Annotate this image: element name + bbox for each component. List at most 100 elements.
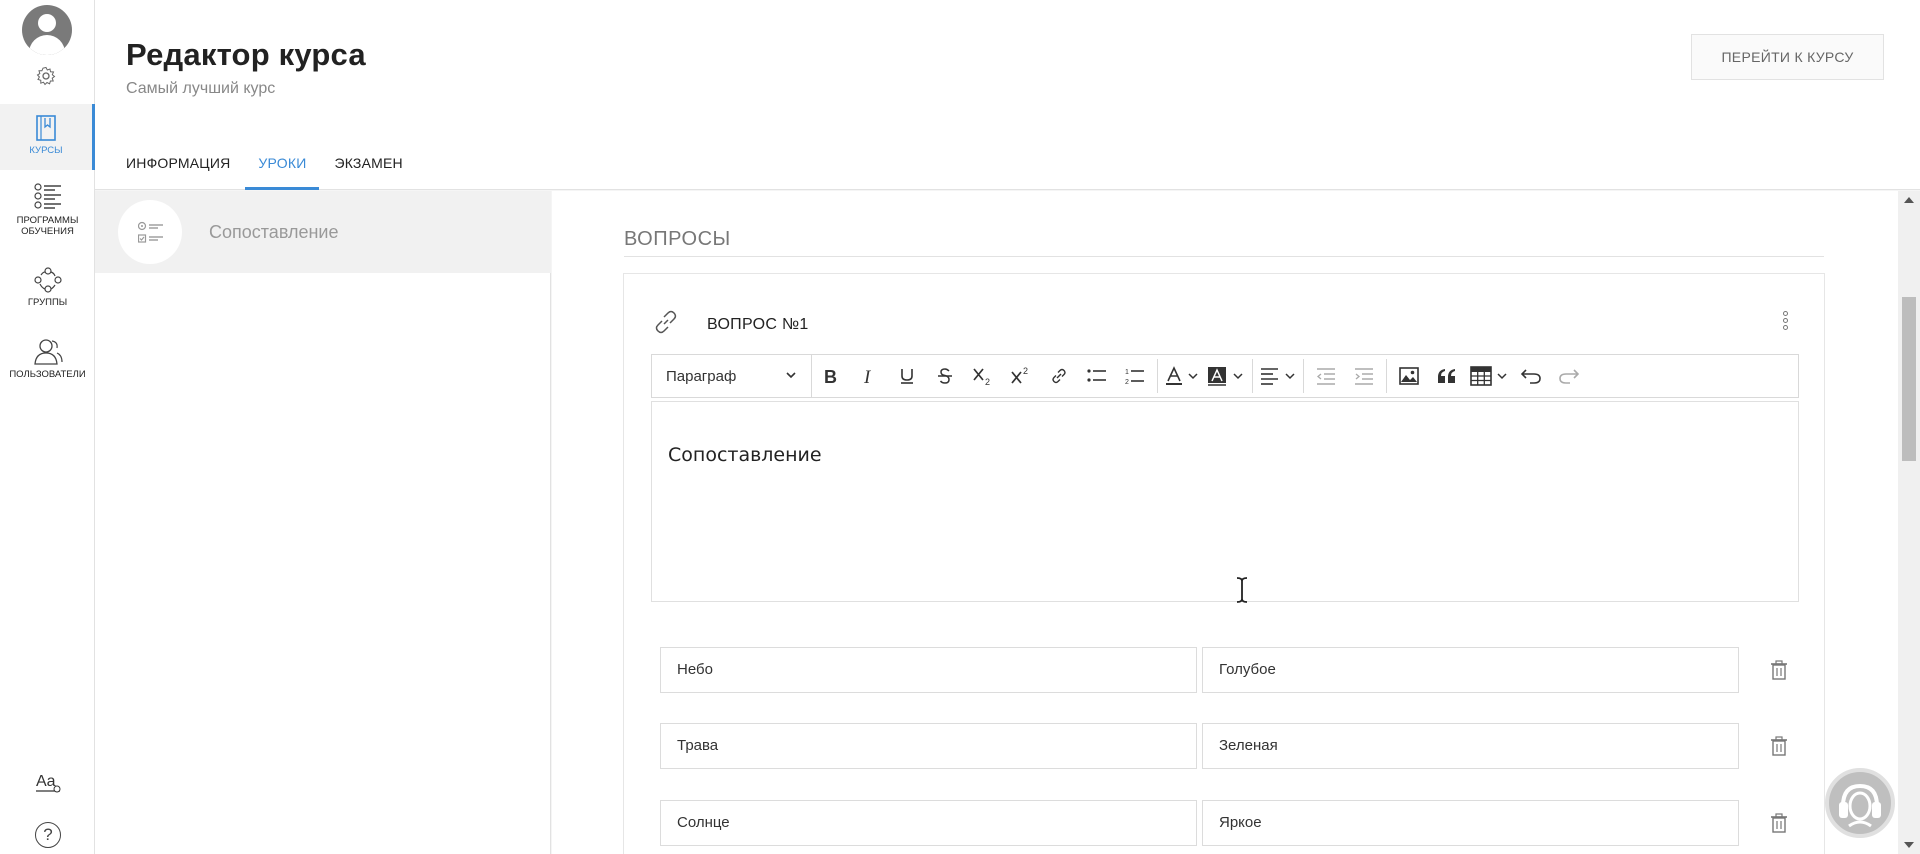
pair-right-input[interactable]: Яркое: [1202, 800, 1739, 846]
nav-item-users-label: ПОЛЬЗОВАТЕЛИ: [9, 369, 86, 380]
question-title: ВОПРОС №1: [707, 316, 809, 333]
questions-content: ВОПРОСЫ ВОПРОС №1 Параграф B I 2 2 12 Со…: [552, 191, 1898, 854]
gear-icon[interactable]: [36, 66, 56, 86]
font-size-icon[interactable]: Aa: [35, 768, 61, 794]
tab-lessons[interactable]: УРОКИ: [245, 150, 320, 190]
scroll-up-arrow[interactable]: [1904, 197, 1914, 203]
vertical-scrollbar[interactable]: [1898, 191, 1920, 854]
matching-pair-row: Небо Голубое: [660, 647, 1787, 693]
pair-left-input[interactable]: Солнце: [660, 800, 1197, 846]
dot: [1782, 325, 1788, 330]
subscript-button[interactable]: 2: [964, 354, 1002, 398]
editor-content: Сопоставление: [668, 444, 822, 466]
toolbar-separator: [1157, 359, 1158, 393]
user-avatar[interactable]: [22, 5, 72, 55]
groups-icon: [33, 267, 62, 293]
redo-icon: [1559, 369, 1579, 384]
indent-icon: [1355, 368, 1373, 385]
font-color-button[interactable]: [1161, 354, 1203, 398]
superscript-button[interactable]: 2: [1002, 354, 1040, 398]
section-title: ВОПРОСЫ: [624, 228, 731, 250]
rich-text-toolbar: Параграф B I 2 2 12: [651, 354, 1799, 398]
tab-information[interactable]: ИНФОРМАЦИЯ: [126, 150, 230, 190]
editor-tabs: ИНФОРМАЦИЯ УРОКИ ЭКЗАМЕН: [126, 150, 431, 190]
page-header: Редактор курса Самый лучший курс ПЕРЕЙТИ…: [95, 0, 1920, 190]
blockquote-button[interactable]: [1428, 354, 1466, 398]
nav-item-courses[interactable]: КУРСЫ: [0, 104, 95, 170]
pair-right-input[interactable]: Голубое: [1202, 647, 1739, 693]
pair-left-input[interactable]: Небо: [660, 647, 1197, 693]
matching-pair-row: Солнце Яркое: [660, 800, 1787, 846]
undo-icon: [1521, 369, 1541, 384]
nav-item-programs[interactable]: ПРОГРАММЫ ОБУЧЕНИЯ: [0, 182, 95, 242]
subscript-icon: 2: [973, 368, 990, 386]
strikethrough-icon: [938, 368, 952, 384]
redo-button[interactable]: [1550, 354, 1588, 398]
paragraph-format-value: Параграф: [666, 367, 737, 385]
italic-icon: I: [863, 367, 872, 385]
help-icon[interactable]: ?: [35, 822, 61, 848]
bold-button[interactable]: B: [812, 354, 850, 398]
outdent-button[interactable]: [1307, 354, 1345, 398]
nav-item-users[interactable]: ПОЛЬЗОВАТЕЛИ: [0, 338, 95, 388]
course-book-icon: [36, 115, 56, 141]
dot: [1782, 311, 1788, 316]
toolbar-separator: [1303, 359, 1304, 393]
lesson-item[interactable]: Сопоставление: [95, 191, 551, 273]
lessons-panel: Сопоставление: [95, 191, 551, 854]
nav-item-groups[interactable]: ГРУППЫ: [0, 266, 95, 316]
bulleted-list-button[interactable]: [1078, 354, 1116, 398]
indent-button[interactable]: [1345, 354, 1383, 398]
background-color-icon: [1208, 367, 1243, 386]
link-icon: [1052, 368, 1066, 384]
svg-text:2: 2: [1023, 366, 1028, 376]
nav-item-groups-label: ГРУППЫ: [27, 297, 68, 308]
outdent-icon: [1316, 368, 1335, 385]
align-button[interactable]: [1256, 354, 1300, 398]
lesson-icon-circle: [118, 200, 182, 264]
image-icon: [1399, 367, 1419, 385]
scrollbar-thumb[interactable]: [1902, 297, 1916, 461]
trash-icon[interactable]: [1771, 813, 1787, 833]
insert-table-button[interactable]: [1466, 354, 1512, 398]
scroll-down-arrow[interactable]: [1904, 842, 1914, 848]
numbered-list-button[interactable]: 12: [1116, 354, 1154, 398]
avatar-body: [29, 35, 65, 55]
link-button[interactable]: [1040, 354, 1078, 398]
underline-icon: [901, 369, 913, 384]
paragraph-format-select[interactable]: Параграф: [652, 354, 812, 398]
pair-left-input[interactable]: Трава: [660, 723, 1197, 769]
font-color-icon: [1166, 366, 1198, 385]
trash-icon[interactable]: [1771, 736, 1787, 756]
background-color-button[interactable]: [1203, 354, 1249, 398]
text-cursor-icon: [1236, 577, 1248, 603]
chevron-down-icon: [786, 372, 796, 379]
link-icon[interactable]: [652, 308, 680, 336]
quote-icon: [1438, 369, 1455, 383]
avatar-head: [38, 14, 56, 32]
users-icon: [33, 339, 63, 365]
svg-text:1: 1: [1125, 369, 1129, 376]
svg-text:B: B: [824, 367, 837, 385]
matching-pair-row: Трава Зеленая: [660, 723, 1787, 769]
svg-text:2: 2: [1125, 379, 1129, 385]
undo-button[interactable]: [1512, 354, 1550, 398]
italic-button[interactable]: I: [850, 354, 888, 398]
nav-item-courses-label: КУРСЫ: [29, 145, 63, 156]
pair-right-input[interactable]: Зеленая: [1202, 723, 1739, 769]
support-chat-button[interactable]: [1825, 768, 1895, 838]
tab-exam[interactable]: ЭКЗАМЕН: [334, 150, 402, 190]
trash-icon[interactable]: [1771, 660, 1787, 680]
programs-list-icon: [33, 183, 61, 209]
more-options-icon[interactable]: [1781, 311, 1789, 333]
numbered-list-icon: 12: [1125, 369, 1144, 385]
lesson-title: Сопоставление: [209, 222, 339, 242]
page-subtitle: Самый лучший курс: [126, 80, 276, 97]
go-to-course-button[interactable]: ПЕРЕЙТИ К КУРСУ: [1691, 34, 1884, 80]
insert-image-button[interactable]: [1390, 354, 1428, 398]
underline-button[interactable]: [888, 354, 926, 398]
headset-icon: [1839, 783, 1881, 828]
left-navigation: КУРСЫ ПРОГРАММЫ ОБУЧЕНИЯ ГРУППЫ ПОЛЬЗОВА…: [0, 0, 95, 854]
question-text-editor[interactable]: Сопоставление: [651, 401, 1799, 602]
strikethrough-button[interactable]: [926, 354, 964, 398]
